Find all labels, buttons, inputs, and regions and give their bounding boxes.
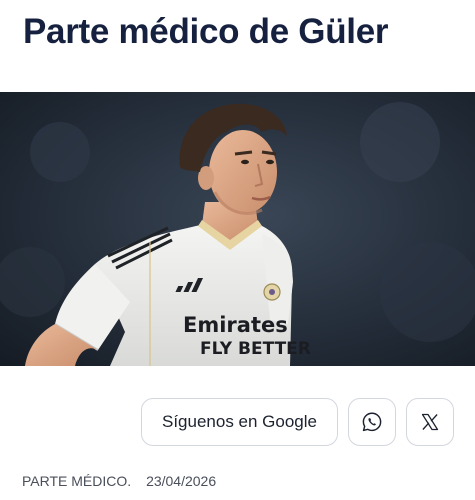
whatsapp-icon bbox=[362, 412, 382, 432]
article-meta: PARTE MÉDICO. 23/04/2026 bbox=[22, 473, 216, 489]
article-title: Parte médico de Güler bbox=[23, 12, 389, 51]
whatsapp-share-button[interactable] bbox=[348, 398, 396, 446]
share-bar: Síguenos en Google bbox=[141, 398, 454, 446]
jersey-sponsor-line1: Emirates bbox=[183, 313, 288, 337]
hero-image: Emirates FLY BETTER bbox=[0, 92, 475, 366]
follow-google-label: Síguenos en Google bbox=[161, 412, 317, 431]
x-share-button[interactable] bbox=[406, 398, 454, 446]
article-page: Parte médico de Güler Emirates FLY BETTE… bbox=[0, 0, 475, 500]
article-date: 23/04/2026 bbox=[146, 473, 217, 489]
follow-google-button[interactable]: Síguenos en Google bbox=[141, 398, 338, 446]
article-category: PARTE MÉDICO. bbox=[22, 473, 132, 489]
jersey-sponsor-line2: FLY BETTER bbox=[200, 339, 311, 359]
x-icon bbox=[421, 413, 439, 431]
